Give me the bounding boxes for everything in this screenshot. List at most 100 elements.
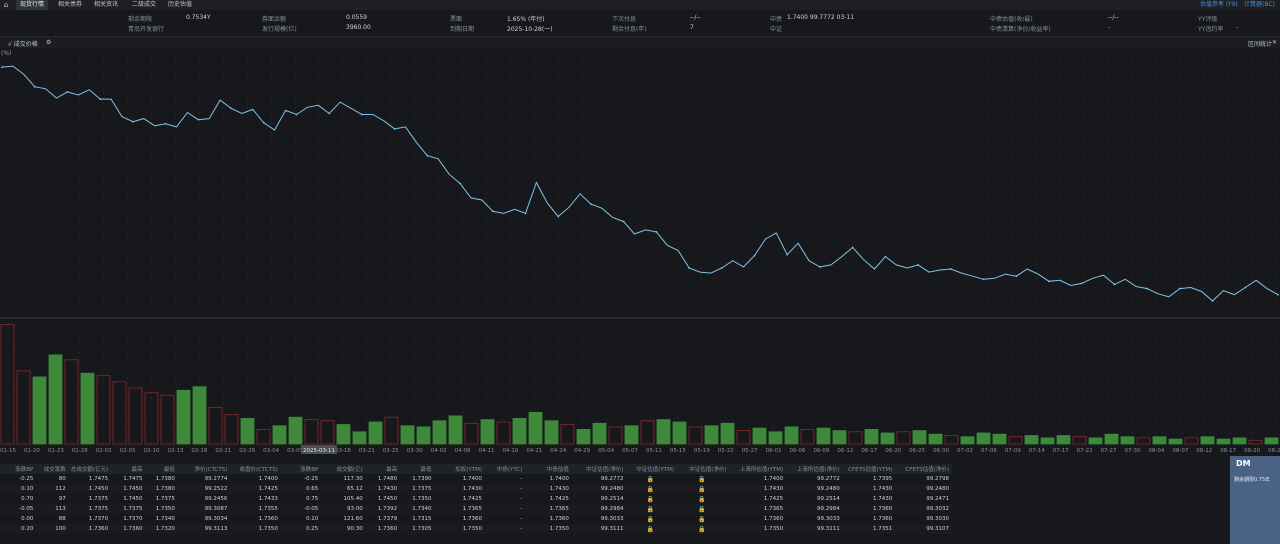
table-row[interactable]: 0.70 97 1.7375 1.7450 1.7375 99.2456 1.7433 0.7…: [0, 494, 952, 504]
table-cell: 1.7430: [525, 484, 572, 494]
calculator-link[interactable]: 计算器(BC): [1244, 0, 1275, 10]
column-header[interactable]: 中债估值: [525, 464, 572, 474]
table-cell: 0.75: [280, 494, 322, 504]
price-chart[interactable]: (%) 01-15 01-20 01-23 01-28 02-02 02-05 02-10 02…: [0, 48, 1280, 456]
table-row[interactable]: 0.10 112 1.7450 1.7450 1.7380 99.2522 1.7425 0.…: [0, 484, 952, 494]
table-row[interactable]: 0.20 100 1.7360 1.7360 1.7320 99.3113 1.7350 0.…: [0, 524, 952, 534]
table-cell: 93.00: [321, 504, 366, 514]
table-cell: 99.2456: [177, 494, 231, 504]
x-axis-label: 01-20: [24, 448, 40, 454]
column-header[interactable]: 中证估值(YTM): [626, 464, 677, 474]
table-cell: 1.7450: [365, 494, 401, 504]
valuation-ref-link[interactable]: 估值参考 (F9): [1200, 0, 1238, 10]
yield-point: [590, 203, 592, 206]
table-cell: 1.7430: [434, 484, 485, 494]
table-cell: 1.7375: [111, 504, 146, 514]
table-cell: 1.7305: [400, 524, 435, 534]
volume-bar: [528, 411, 543, 445]
x-axis-label: 07-02: [957, 448, 973, 454]
x-axis-label: 05-19: [694, 448, 710, 454]
table-cell: 1.7365: [434, 504, 485, 514]
trade-price-toggle[interactable]: √ 成交价格: [8, 39, 38, 48]
column-header[interactable]: CFETS估值(YTM): [842, 464, 896, 474]
x-axis-label: 02-18: [191, 448, 207, 454]
x-axis-label: 06-20: [885, 448, 901, 454]
close-icon[interactable]: ✕: [1272, 39, 1277, 46]
column-header[interactable]: 加权(YTM): [434, 464, 485, 474]
column-header[interactable]: 最高: [111, 464, 146, 474]
table-cell: 97: [36, 494, 69, 504]
x-axis-label: 08-12: [1196, 448, 1212, 454]
table-cell: 113: [36, 504, 69, 514]
range-stats-button[interactable]: 区间统计: [1248, 39, 1272, 48]
info-label: 券面余额: [262, 16, 287, 23]
table-cell: 1.7395: [842, 474, 896, 484]
yield-point: [131, 120, 134, 123]
volume-bar: [672, 421, 687, 445]
table-row[interactable]: -0.05 113 1.7375 1.7375 1.7350 99.3087 1.7355-…: [0, 504, 952, 514]
volume-bar: [1168, 438, 1183, 445]
tab-historical-valuation[interactable]: 历史估值: [164, 0, 196, 10]
table-cell: 1.7375: [145, 494, 178, 504]
info-label: 中债: [770, 16, 783, 23]
volume-bar: [448, 415, 463, 445]
yield-point: [262, 121, 265, 124]
table-cell: 1.7350: [400, 494, 435, 504]
yield-point: [720, 267, 723, 269]
table-cell: 1.7430: [842, 494, 896, 504]
table-row[interactable]: 0.00 88 1.7370 1.7370 1.7340 99.3034 1.7360 0.1…: [0, 514, 952, 524]
column-header[interactable]: 中证估值(净价): [571, 464, 627, 474]
table-cell: 99.3087: [177, 504, 231, 514]
x-axis-label: 08-04: [1148, 448, 1164, 454]
info-label: YY评级: [1198, 16, 1218, 23]
info-value: 7: [690, 24, 694, 31]
tab-spot-quote[interactable]: 现货行情: [16, 0, 49, 10]
table-cell: 1.7380: [145, 484, 178, 494]
x-axis-label: 02-02: [96, 448, 112, 454]
column-header[interactable]: 成交额(亿): [321, 464, 366, 474]
info-label: 中债清算(净价/收益率): [990, 26, 1051, 33]
x-axis-label: 08-17: [1220, 448, 1236, 454]
column-header[interactable]: 净价(CTCTS): [177, 464, 231, 474]
table-cell: 1.7375: [400, 484, 435, 494]
tab-related-bonds[interactable]: 相关债券: [54, 0, 86, 10]
table-cell: 1.7315: [400, 514, 435, 524]
x-axis-label: 01-15: [0, 448, 16, 454]
info-label: YY违约率: [1198, 26, 1224, 33]
volume-bar: [1024, 435, 1039, 445]
lock-icon: 🔒: [626, 474, 677, 484]
tab-related-news[interactable]: 相关资讯: [90, 0, 122, 10]
column-header[interactable]: 总成交额(亿元): [68, 464, 112, 474]
tab-secondary-deals[interactable]: 二级成交: [128, 0, 160, 10]
table-cell: -: [485, 514, 526, 524]
lock-icon: 🔒: [626, 524, 677, 534]
column-header[interactable]: 最高: [365, 464, 401, 474]
info-value: 0.0559: [346, 14, 367, 21]
column-header[interactable]: 中债(YTC): [485, 464, 526, 474]
x-axis-label: 02-21: [215, 448, 231, 454]
table-row[interactable]: -0.25 80 1.7475 1.7475 1.7380 99.2774 1.7400 -0…: [0, 474, 952, 484]
x-axis-label: 02-10: [144, 448, 160, 454]
column-header[interactable]: 涨跌BP: [280, 464, 322, 474]
yield-point: [295, 113, 298, 116]
x-axis-label: 05-27: [742, 448, 758, 454]
yield-point: [1080, 282, 1083, 285]
home-icon[interactable]: ⌂: [2, 1, 10, 9]
column-header[interactable]: 上清所估值(净价): [786, 464, 843, 474]
table-cell: 1.7360: [525, 514, 572, 524]
column-header[interactable]: 最低: [145, 464, 178, 474]
column-header[interactable]: 涨跌BP: [0, 464, 37, 474]
column-header[interactable]: 最低: [400, 464, 435, 474]
yield-point: [524, 212, 527, 215]
column-header[interactable]: 成交笔数: [36, 464, 69, 474]
cursor-label: 2025-03-11: [303, 448, 335, 454]
column-header[interactable]: 收盘价(CTCTS): [230, 464, 281, 474]
bond-info-panel: 剩余期限 0.7534Y 券面余额 0.0559 票面 1.65% (年付) 下次付息 --/…: [0, 10, 1280, 36]
info-value: 1.65% (年付): [507, 16, 545, 23]
column-header[interactable]: 上清所估值(YTM): [729, 464, 787, 474]
gear-icon[interactable]: ⚙: [46, 39, 51, 46]
info-label: 到期日期: [450, 26, 475, 33]
dm-panel[interactable]: DM 剩余期限0.75年: [1230, 456, 1280, 544]
column-header[interactable]: CFETS估值(净价): [895, 464, 952, 474]
column-header[interactable]: 中证估值(净价): [676, 464, 730, 474]
